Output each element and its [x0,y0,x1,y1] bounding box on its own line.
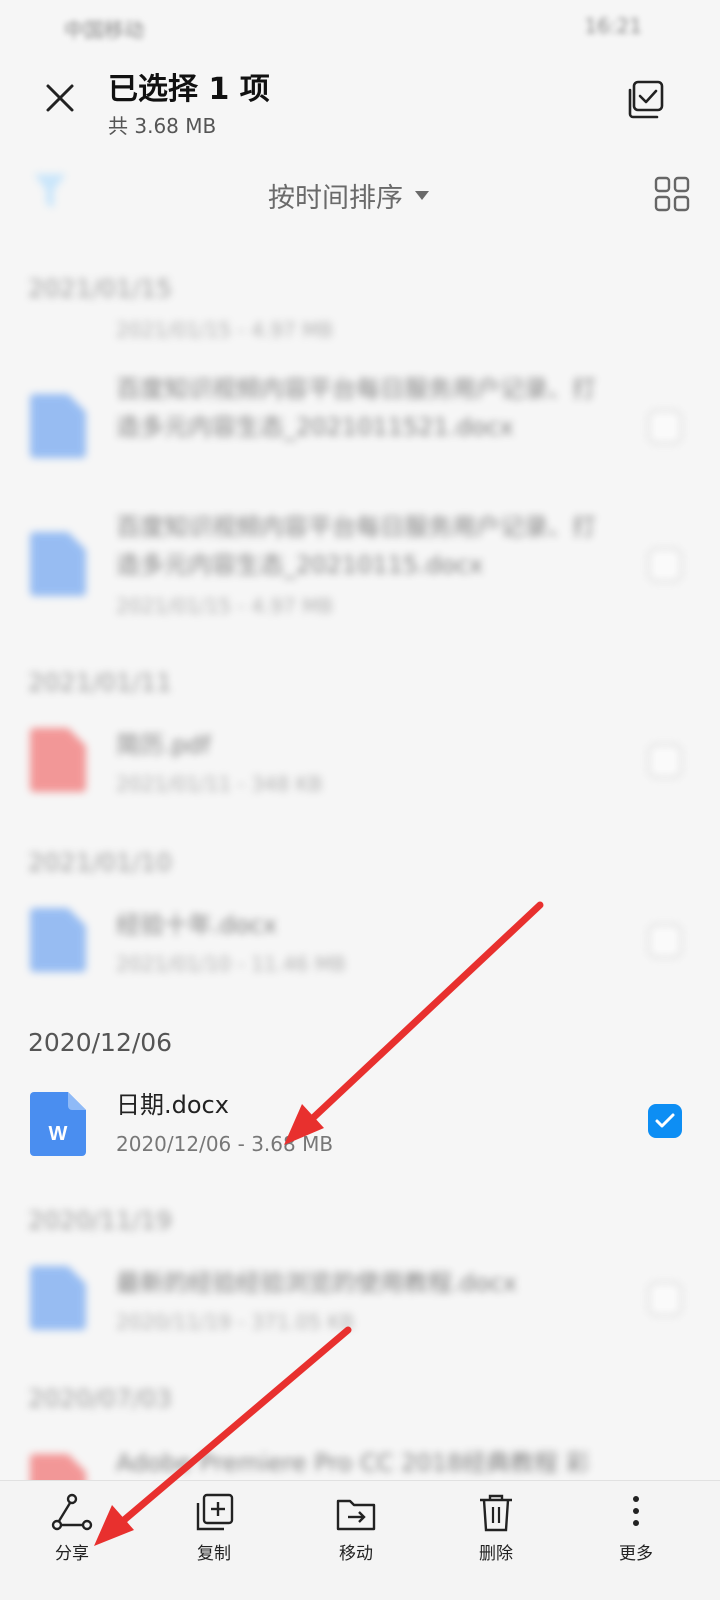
page-title: 已选择 1 项 [108,72,270,107]
sort-toolbar: 按时间排序 [0,162,720,232]
file-meta: 2020/12/06 - 3.68 MB [116,1132,334,1156]
grid-view-icon [654,176,690,212]
file-meta: 2021/01/10 - 11.46 MB [116,952,346,976]
date-header: 2020/11/19 [28,1206,173,1235]
file-name: 经验十年.docx [116,911,277,939]
list-item[interactable]: 简历.pdf 2021/01/11 - 348 KB [0,720,720,810]
delete-icon [480,1494,512,1532]
file-meta: 2021/01/11 - 348 KB [116,772,323,796]
word-file-icon [30,532,86,596]
delete-label: 删除 [479,1544,513,1564]
file-checkbox-checked[interactable] [648,1104,682,1138]
copy-label: 复制 [197,1544,231,1564]
more-icon [633,1496,639,1526]
file-name: 百度知识视频内容平台每日服务用户记录、打造多元内容生态_20210115.doc… [116,513,596,579]
sort-label: 按时间排序 [268,183,403,214]
file-name: 最新的经验经验浏览的使用教程.docx [116,1269,517,1297]
bottom-action-bar: 分享 复制 移动 删除 更多 [0,1480,720,1600]
more-button[interactable]: 更多 [586,1491,686,1564]
select-all-icon [628,80,664,119]
share-label: 分享 [55,1544,89,1564]
chevron-down-icon [415,191,429,200]
file-name: Adobe Premiere Pro CC 2018经典教程 彩 [116,1449,590,1477]
share-button[interactable]: 分享 [22,1491,122,1564]
list-item[interactable]: 最新的经验经验浏览的使用教程.docx 2020/11/19 - 371.05 … [0,1258,720,1348]
copy-button[interactable]: 复制 [164,1491,264,1564]
selection-size: 共 3.68 MB [108,114,217,138]
pdf-file-icon [30,728,86,792]
close-icon [46,84,74,112]
filter-icon[interactable] [30,170,70,216]
date-header: 2020/07/03 [28,1384,173,1413]
select-all-button[interactable] [624,78,668,122]
word-file-icon [30,1266,86,1330]
list-item[interactable]: 经验十年.docx 2021/01/10 - 11.46 MB [0,900,720,990]
close-button[interactable] [40,78,80,118]
delete-button[interactable]: 删除 [446,1491,546,1564]
word-file-icon [30,908,86,972]
grid-view-button[interactable] [654,176,690,212]
copy-icon [196,1493,234,1531]
date-header: 2021/01/11 [28,668,173,697]
file-checkbox[interactable] [648,924,682,958]
file-meta: 2021/01/15 - 4.97 MB [116,594,334,618]
file-checkbox[interactable] [648,744,682,778]
move-icon [336,1499,376,1531]
selection-header: 已选择 1 项 共 3.68 MB [0,56,720,156]
date-header: 2021/01/15 [28,274,173,303]
status-bar: 中国移动 16:21 [0,0,720,56]
sort-dropdown[interactable]: 按时间排序 [268,176,429,215]
date-header: 2021/01/10 [28,848,173,877]
list-item[interactable]: 百度知识视频内容平台每日服务用户记录、打造多元内容生态_2021011521.d… [0,370,720,490]
file-name: 百度知识视频内容平台每日服务用户记录、打造多元内容生态_2021011521.d… [116,375,596,441]
list-item[interactable]: 百度知识视频内容平台每日服务用户记录、打造多元内容生态_20210115.doc… [0,508,720,628]
file-name: 日期.docx [116,1091,229,1119]
carrier-label: 中国移动 [64,18,144,42]
word-file-icon: W [30,1092,86,1156]
move-label: 移动 [339,1544,373,1564]
check-icon [655,1113,675,1128]
status-time: 16:21 [584,14,642,38]
word-file-icon [30,394,86,458]
file-checkbox[interactable] [648,548,682,582]
file-checkbox[interactable] [648,410,682,444]
file-meta: 2021/01/15 - 4.97 MB [116,318,334,342]
move-button[interactable]: 移动 [306,1491,406,1564]
list-item-selected[interactable]: W 日期.docx 2020/12/06 - 3.68 MB [0,1080,720,1180]
share-icon [51,1493,93,1531]
date-header: 2020/12/06 [28,1028,173,1057]
file-name: 简历.pdf [116,731,211,759]
more-label: 更多 [619,1544,653,1564]
svg-text:W: W [49,1123,68,1145]
file-checkbox[interactable] [648,1282,682,1316]
file-meta: 2020/11/19 - 371.05 KB [116,1310,355,1334]
